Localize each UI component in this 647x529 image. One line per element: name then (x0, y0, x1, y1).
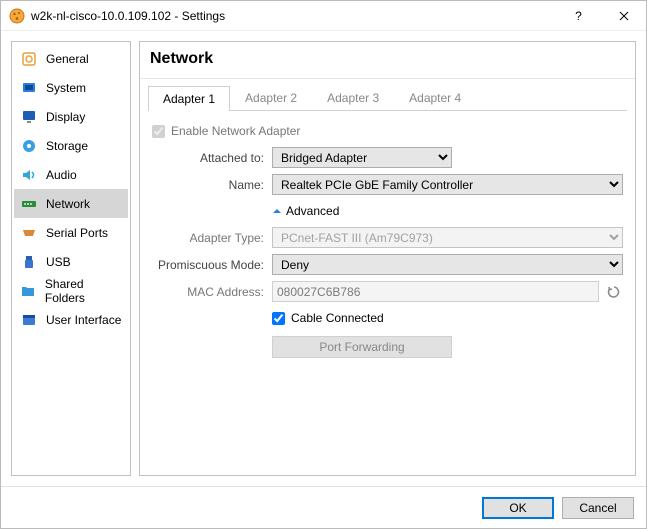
promiscuous-label: Promiscuous Mode: (152, 258, 272, 272)
help-button[interactable]: ? (556, 1, 601, 30)
name-label: Name: (152, 178, 272, 192)
titlebar: w2k-nl-cisco-10.0.109.102 - Settings ? (1, 1, 646, 31)
enable-adapter-label: Enable Network Adapter (171, 124, 300, 138)
close-button[interactable] (601, 1, 646, 30)
content: General System Display Storage Audio Net… (1, 31, 646, 486)
tab-adapter-2[interactable]: Adapter 2 (230, 85, 312, 110)
sidebar-item-general[interactable]: General (14, 44, 128, 73)
page-title: Network (140, 42, 635, 79)
user-interface-icon (20, 311, 38, 329)
ok-button[interactable]: OK (482, 497, 554, 519)
name-select[interactable]: Realtek PCIe GbE Family Controller (272, 174, 623, 195)
app-icon (9, 8, 25, 24)
attached-to-label: Attached to: (152, 151, 272, 165)
advanced-toggle[interactable]: Advanced (272, 204, 623, 218)
tab-adapter-3[interactable]: Adapter 3 (312, 85, 394, 110)
cable-connected-label: Cable Connected (291, 311, 384, 325)
cable-connected-input[interactable] (272, 312, 285, 325)
usb-icon (20, 253, 38, 271)
mac-refresh-button[interactable] (605, 283, 623, 301)
promiscuous-select[interactable]: Deny (272, 254, 623, 275)
sidebar-item-label: Display (46, 110, 85, 124)
mac-address-label: MAC Address: (152, 285, 272, 299)
chevron-down-icon (272, 206, 282, 216)
sidebar-item-audio[interactable]: Audio (14, 160, 128, 189)
network-icon (20, 195, 38, 213)
sidebar-item-label: General (46, 52, 89, 66)
sidebar-item-storage[interactable]: Storage (14, 131, 128, 160)
cable-connected-checkbox[interactable]: Cable Connected (272, 311, 384, 325)
sidebar-item-label: USB (46, 255, 71, 269)
enable-adapter-input (152, 125, 165, 138)
mac-address-input (272, 281, 599, 302)
adapter-type-select: PCnet-FAST III (Am79C973) (272, 227, 623, 248)
tab-adapter-4[interactable]: Adapter 4 (394, 85, 476, 110)
sidebar-item-label: Shared Folders (45, 277, 122, 305)
sidebar-item-usb[interactable]: USB (14, 247, 128, 276)
shared-folders-icon (20, 282, 37, 300)
cancel-button[interactable]: Cancel (562, 497, 634, 519)
display-icon (20, 108, 38, 126)
sidebar-item-serial-ports[interactable]: Serial Ports (14, 218, 128, 247)
enable-adapter-checkbox: Enable Network Adapter (152, 124, 300, 138)
port-forwarding-button: Port Forwarding (272, 336, 452, 358)
sidebar-item-label: Audio (46, 168, 77, 182)
audio-icon (20, 166, 38, 184)
sidebar: General System Display Storage Audio Net… (11, 41, 131, 476)
sidebar-item-user-interface[interactable]: User Interface (14, 305, 128, 334)
sidebar-item-label: Storage (46, 139, 88, 153)
general-icon (20, 50, 38, 68)
sidebar-item-shared-folders[interactable]: Shared Folders (14, 276, 128, 305)
sidebar-item-label: Serial Ports (46, 226, 108, 240)
advanced-label: Advanced (286, 204, 339, 218)
sidebar-item-network[interactable]: Network (14, 189, 128, 218)
refresh-icon (607, 285, 621, 299)
adapter-tabs: Adapter 1 Adapter 2 Adapter 3 Adapter 4 (148, 85, 627, 111)
storage-icon (20, 137, 38, 155)
serial-ports-icon (20, 224, 38, 242)
main-panel: Network Adapter 1 Adapter 2 Adapter 3 Ad… (139, 41, 636, 476)
sidebar-item-system[interactable]: System (14, 73, 128, 102)
adapter-form: Enable Network Adapter Attached to: Brid… (140, 111, 635, 362)
adapter-type-label: Adapter Type: (152, 231, 272, 245)
footer: OK Cancel (1, 486, 646, 528)
sidebar-item-label: System (46, 81, 86, 95)
attached-to-select[interactable]: Bridged Adapter (272, 147, 452, 168)
sidebar-item-label: User Interface (46, 313, 121, 327)
system-icon (20, 79, 38, 97)
sidebar-item-label: Network (46, 197, 90, 211)
tab-adapter-1[interactable]: Adapter 1 (148, 86, 230, 111)
sidebar-item-display[interactable]: Display (14, 102, 128, 131)
window-title: w2k-nl-cisco-10.0.109.102 - Settings (31, 9, 556, 23)
